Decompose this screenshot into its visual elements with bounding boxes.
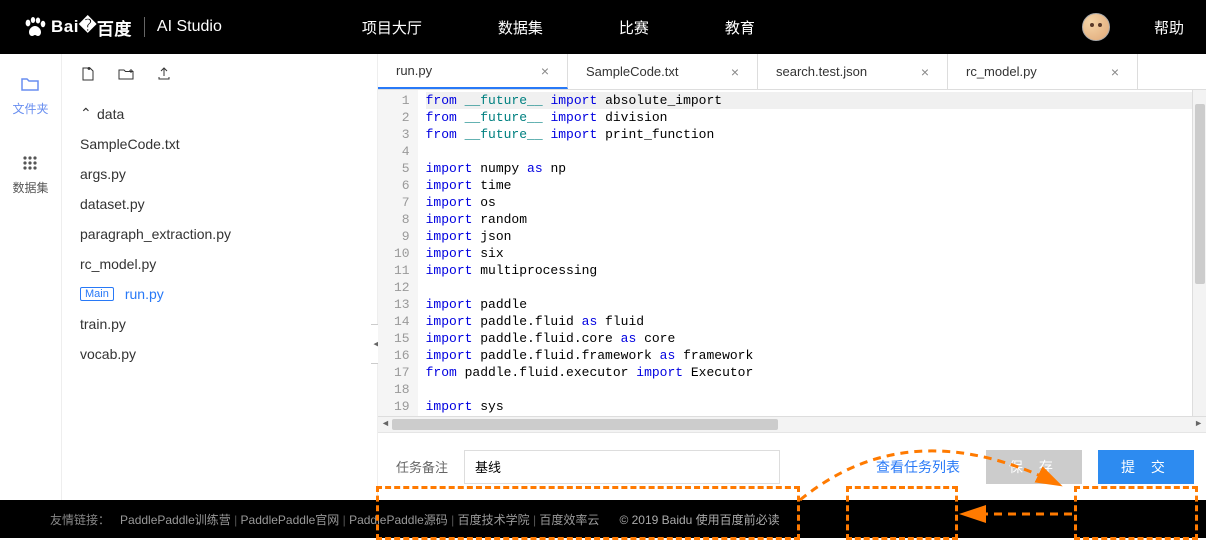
- nav-projects[interactable]: 项目大厅: [362, 17, 422, 38]
- tree-item-args-py[interactable]: args.py: [62, 159, 377, 189]
- tree-item-run-py[interactable]: Main run.py: [62, 279, 377, 309]
- close-icon[interactable]: ×: [541, 63, 549, 79]
- view-tasks-link[interactable]: 查看任务列表: [876, 457, 960, 477]
- new-file-icon[interactable]: [80, 66, 96, 82]
- footer-label: 友情链接：: [50, 511, 110, 528]
- rail-files[interactable]: 文件夹: [12, 74, 48, 117]
- horizontal-scrollbar[interactable]: [378, 416, 1206, 432]
- task-note-input[interactable]: [464, 450, 780, 484]
- nav-menu: 项目大厅 数据集 比赛 教育: [362, 17, 755, 38]
- divider: [144, 17, 145, 37]
- close-icon[interactable]: ×: [731, 64, 739, 80]
- footer-link[interactable]: 百度技术学院: [458, 513, 530, 527]
- rail-dataset-label: 数据集: [12, 179, 48, 196]
- tree-item-train-py[interactable]: train.py: [62, 309, 377, 339]
- tab-run-py[interactable]: run.py ×: [378, 54, 568, 89]
- close-icon[interactable]: ×: [921, 64, 929, 80]
- bottom-bar: 任务备注 查看任务列表 保 存 提 交: [378, 432, 1206, 500]
- baidu-paw-icon: [22, 16, 48, 38]
- save-button[interactable]: 保 存: [986, 450, 1082, 484]
- submit-button[interactable]: 提 交: [1098, 450, 1194, 484]
- tab-SampleCode-txt[interactable]: SampleCode.txt ×: [568, 54, 758, 89]
- tree-item-label: paragraph_extraction.py: [80, 226, 231, 242]
- logo[interactable]: Bai�百度 AI Studio: [22, 15, 222, 40]
- tab-label: rc_model.py: [966, 64, 1037, 79]
- tab-search-test-json[interactable]: search.test.json ×: [758, 54, 948, 89]
- file-panel: ⌃ data SampleCode.txt args.py dataset.py pa…: [62, 54, 378, 500]
- tree-item-SampleCode-txt[interactable]: SampleCode.txt: [62, 129, 377, 159]
- file-tree: ⌃ data SampleCode.txt args.py dataset.py pa…: [62, 94, 377, 373]
- footer-link[interactable]: PaddlePaddle训练营: [120, 513, 231, 527]
- tab-label: run.py: [396, 63, 432, 78]
- top-bar: Bai�百度 AI Studio 项目大厅 数据集 比赛 教育 帮助: [0, 0, 1206, 54]
- rail-dataset[interactable]: 数据集: [12, 153, 48, 196]
- tree-folder-data[interactable]: ⌃ data: [62, 98, 377, 129]
- folder-icon: [20, 74, 40, 94]
- brand-pinyin: Bai: [51, 17, 79, 37]
- nav-edu[interactable]: 教育: [725, 17, 755, 38]
- footer-link[interactable]: PaddlePaddle官网: [241, 513, 340, 527]
- tree-item-label: run.py: [125, 286, 164, 302]
- tree-item-label: args.py: [80, 166, 126, 182]
- tab-label: search.test.json: [776, 64, 867, 79]
- footer: 友情链接： PaddlePaddle训练营 | PaddlePaddle官网 |…: [0, 500, 1206, 538]
- tab-label: SampleCode.txt: [586, 64, 679, 79]
- tree-item-label: dataset.py: [80, 196, 145, 212]
- vertical-scrollbar[interactable]: [1192, 90, 1206, 416]
- nav-datasets[interactable]: 数据集: [498, 17, 543, 38]
- tree-item-label: SampleCode.txt: [80, 136, 180, 152]
- close-icon[interactable]: ×: [1111, 64, 1119, 80]
- ai-studio-label: AI Studio: [157, 18, 222, 36]
- rail-files-label: 文件夹: [12, 100, 48, 117]
- tree-item-label: rc_model.py: [80, 256, 156, 272]
- footer-link[interactable]: 百度效率云: [539, 513, 599, 527]
- main-badge: Main: [80, 287, 114, 301]
- task-note-label: 任务备注: [396, 457, 448, 476]
- brand-text: 百度: [97, 15, 132, 40]
- upload-icon[interactable]: [156, 66, 172, 82]
- tree-item-dataset-py[interactable]: dataset.py: [62, 189, 377, 219]
- tab-rc_model-py[interactable]: rc_model.py ×: [948, 54, 1138, 89]
- nav-compete[interactable]: 比赛: [619, 17, 649, 38]
- tree-folder-label: data: [97, 106, 124, 122]
- tree-item-rc_model-py[interactable]: rc_model.py: [62, 249, 377, 279]
- help-link[interactable]: 帮助: [1154, 17, 1184, 38]
- tree-item-label: train.py: [80, 316, 126, 332]
- tree-item-paragraph_extraction-py[interactable]: paragraph_extraction.py: [62, 219, 377, 249]
- footer-copyright: © 2019 Baidu 使用百度前必读: [619, 511, 779, 528]
- tab-bar: run.py×SampleCode.txt×search.test.json×r…: [378, 54, 1206, 90]
- code-content[interactable]: from __future__ import absolute_importfr…: [418, 90, 1206, 416]
- tree-item-vocab-py[interactable]: vocab.py: [62, 339, 377, 369]
- footer-link[interactable]: PaddlePaddle源码: [349, 513, 448, 527]
- line-gutter: 123456789101112131415161718192021222324: [378, 90, 418, 416]
- tree-item-label: vocab.py: [80, 346, 136, 362]
- caret-down-icon: ⌃: [80, 105, 90, 122]
- left-rail: 文件夹 数据集: [0, 54, 62, 500]
- dataset-icon: [20, 153, 40, 173]
- main-area: 文件夹 数据集 ⌃ data SampleCode.txt args.py data…: [0, 54, 1206, 500]
- editor-area: ◄ run.py×SampleCode.txt×search.test.json…: [378, 54, 1206, 500]
- code-editor[interactable]: 123456789101112131415161718192021222324 …: [378, 90, 1206, 416]
- file-toolbar: [62, 54, 377, 94]
- new-folder-icon[interactable]: [118, 66, 134, 82]
- avatar[interactable]: [1082, 13, 1110, 41]
